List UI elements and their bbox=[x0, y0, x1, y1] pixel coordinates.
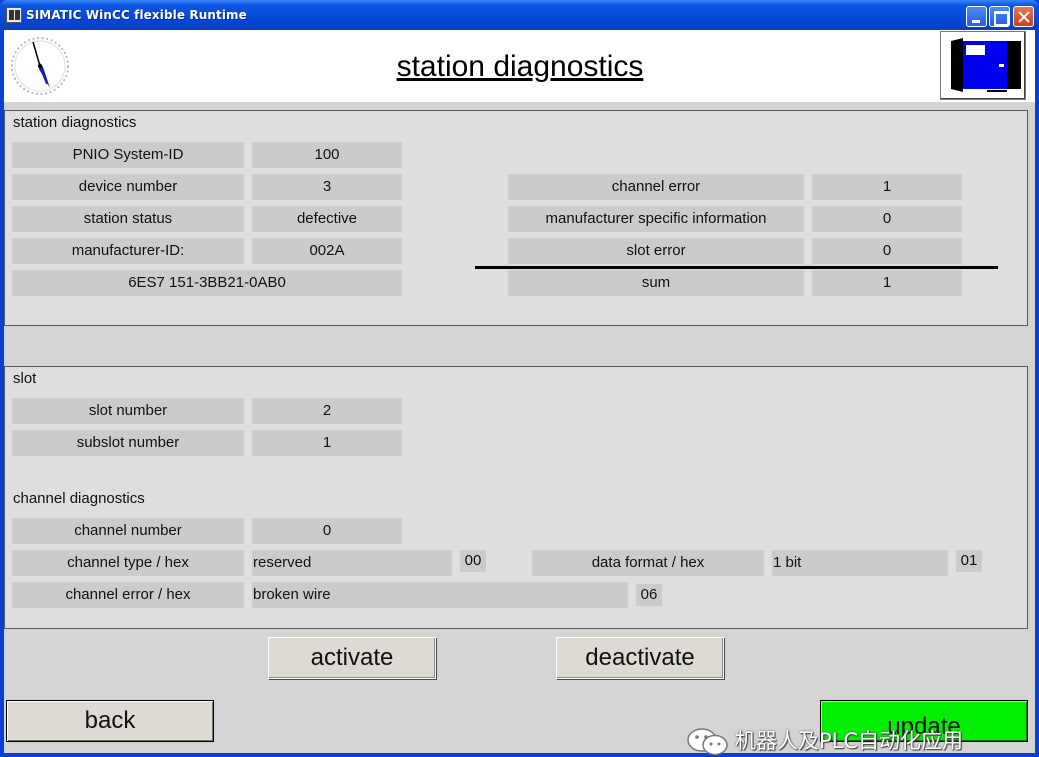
exit-door-icon bbox=[951, 38, 1021, 92]
channel-error-value: 1 bbox=[812, 174, 962, 200]
slot-diagnostics-panel: slot slot number 2 subslot number 1 chan… bbox=[4, 366, 1028, 629]
channel-number-value: 0 bbox=[252, 518, 402, 544]
deactivate-button[interactable]: deactivate bbox=[556, 637, 724, 679]
slot-number-value: 2 bbox=[252, 398, 402, 424]
slot-number-label: slot number bbox=[12, 398, 244, 424]
runtime-screen: station diagnostics station diagnostics … bbox=[4, 30, 1035, 756]
channel-type-label: channel type / hex bbox=[12, 550, 244, 576]
device-number-value: 3 bbox=[252, 174, 402, 200]
exit-button[interactable] bbox=[940, 31, 1026, 100]
channel-section-label: channel diagnostics bbox=[13, 490, 145, 507]
watermark-text: 机器人及PLC自动化应用 bbox=[735, 729, 964, 753]
app-icon bbox=[6, 7, 22, 23]
channel-error-hex-label: channel error / hex bbox=[12, 582, 244, 608]
activate-button[interactable]: activate bbox=[268, 637, 436, 679]
data-format-label: data format / hex bbox=[532, 550, 764, 576]
device-number-label: device number bbox=[12, 174, 244, 200]
manufacturer-info-label: manufacturer specific information bbox=[508, 206, 804, 232]
channel-error-hex-value: 06 bbox=[636, 584, 662, 606]
window-title: SIMATIC WinCC flexible Runtime bbox=[26, 8, 247, 22]
close-button[interactable] bbox=[1013, 6, 1034, 27]
app-window: SIMATIC WinCC flexible Runtime station d… bbox=[0, 0, 1039, 757]
channel-error-label: channel error bbox=[508, 174, 804, 200]
title-bar[interactable]: SIMATIC WinCC flexible Runtime bbox=[0, 0, 1039, 30]
order-number: 6ES7 151-3BB21-0AB0 bbox=[12, 270, 402, 296]
manufacturer-id-label: manufacturer-ID: bbox=[12, 238, 244, 264]
maximize-button[interactable] bbox=[989, 6, 1010, 27]
data-format-value: 1 bit bbox=[772, 550, 948, 576]
slot-error-value: 0 bbox=[812, 238, 962, 264]
channel-type-hex: 00 bbox=[460, 550, 486, 572]
station-status-value: defective bbox=[252, 206, 402, 232]
minimize-button[interactable] bbox=[966, 6, 987, 27]
station-section-label: station diagnostics bbox=[13, 114, 137, 131]
data-format-hex: 01 bbox=[956, 550, 982, 572]
subslot-number-label: subslot number bbox=[12, 430, 244, 456]
channel-error-text: broken wire bbox=[252, 582, 628, 608]
channel-number-label: channel number bbox=[12, 518, 244, 544]
station-status-label: station status bbox=[12, 206, 244, 232]
wechat-icon bbox=[687, 728, 728, 756]
channel-type-value: reserved bbox=[252, 550, 452, 576]
sum-value: 1 bbox=[812, 270, 962, 296]
clock-icon bbox=[11, 37, 69, 95]
manufacturer-info-value: 0 bbox=[812, 206, 962, 232]
screen-header: station diagnostics bbox=[4, 30, 1035, 102]
slot-section-label: slot bbox=[13, 370, 37, 387]
sum-label: sum bbox=[508, 270, 804, 296]
pnio-system-id-value: 100 bbox=[252, 142, 402, 168]
sum-divider bbox=[475, 266, 998, 269]
subslot-number-value: 1 bbox=[252, 430, 402, 456]
slot-error-label: slot error bbox=[508, 238, 804, 264]
page-title: station diagnostics bbox=[396, 50, 644, 83]
station-diagnostics-panel: station diagnostics PNIO System-ID 100 d… bbox=[4, 110, 1028, 326]
manufacturer-id-value: 002A bbox=[252, 238, 402, 264]
back-button[interactable]: back bbox=[6, 700, 214, 742]
pnio-system-id-label: PNIO System-ID bbox=[12, 142, 244, 168]
